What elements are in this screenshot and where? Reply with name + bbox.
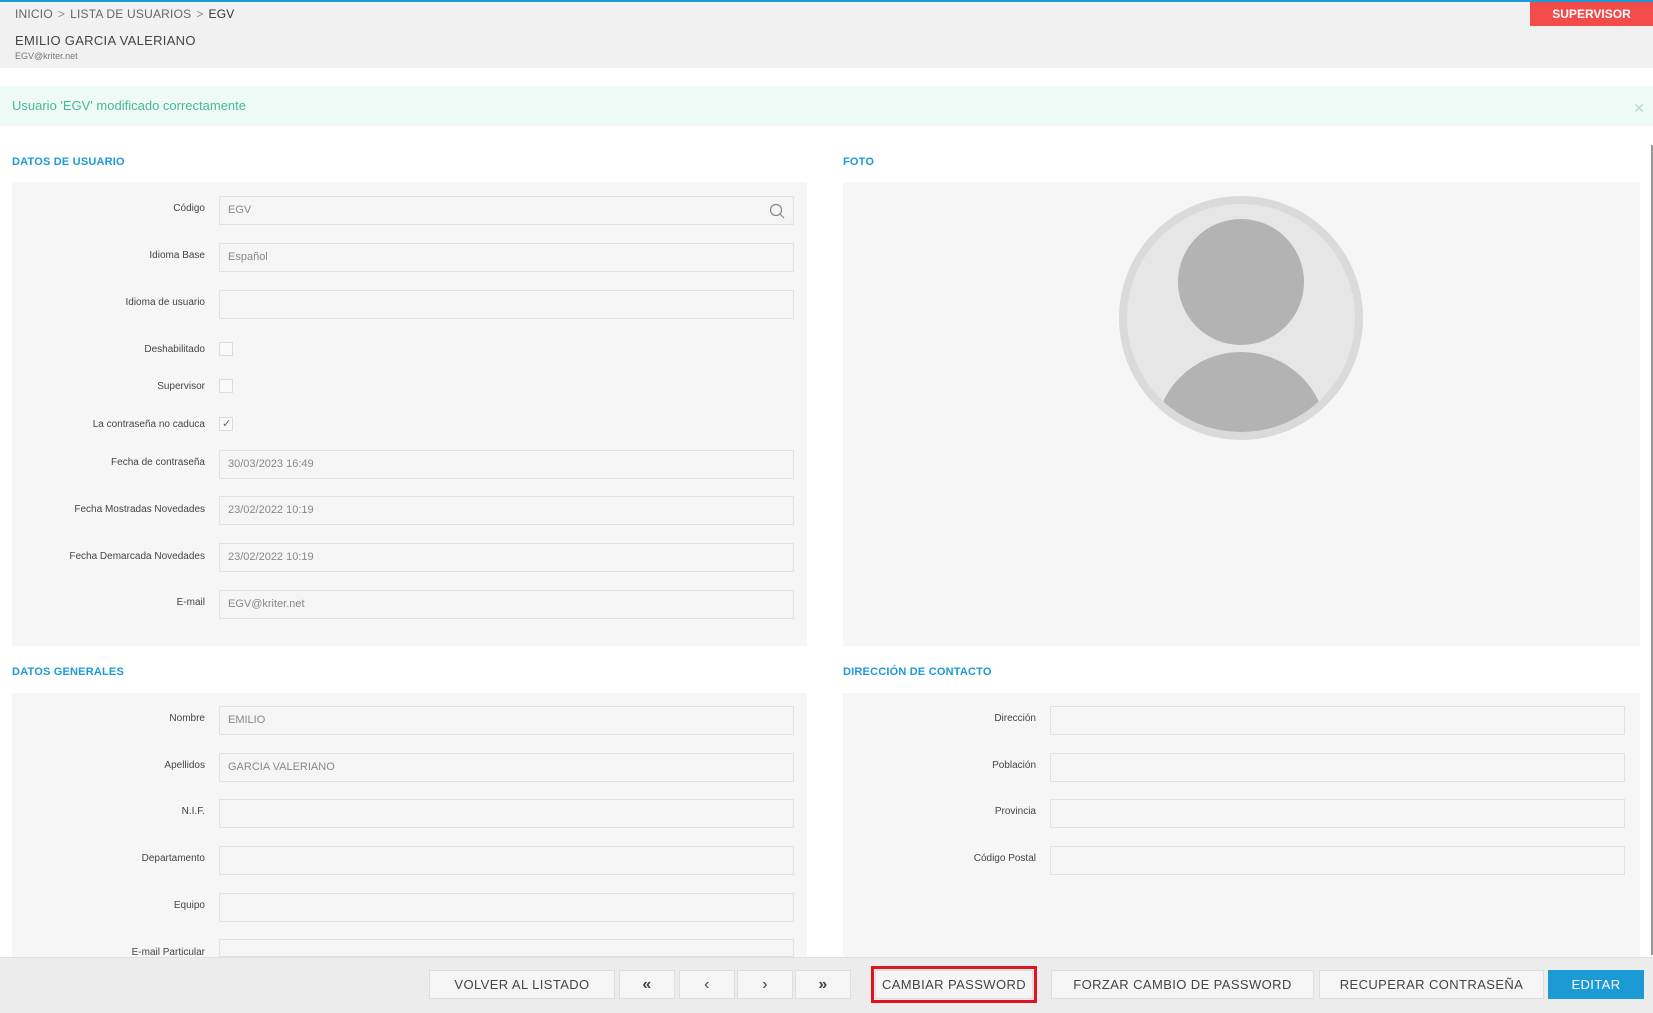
page-header: INICIO > LISTA DE USUARIOS > EGV SUPERVISOR … xyxy=(0,2,1653,68)
breadcrumb: INICIO > LISTA DE USUARIOS > EGV xyxy=(15,7,234,21)
field-label-nombre: Nombre xyxy=(169,713,205,724)
checkmark-icon: ✓ xyxy=(222,418,232,430)
section-title-datos-generales: DATOS GENERALES xyxy=(12,666,124,678)
volver-listado-button[interactable]: VOLVER AL LISTADO xyxy=(429,970,615,999)
avatar-body xyxy=(1155,352,1327,432)
page-title: EMILIO GARCIA VALERIANO xyxy=(15,33,196,48)
direccion-field[interactable] xyxy=(1050,706,1625,735)
field-label-supervisor: Supervisor xyxy=(157,381,205,392)
next-record-button[interactable]: › xyxy=(737,970,793,999)
alert-message: Usuario 'EGV' modificado correctamente xyxy=(12,98,247,113)
codigo-field[interactable]: EGV xyxy=(219,196,794,225)
editar-button[interactable]: EDITAR xyxy=(1548,970,1644,999)
close-icon[interactable]: ✕ xyxy=(1633,100,1645,117)
search-icon[interactable] xyxy=(769,203,785,219)
field-label-direccion: Dirección xyxy=(994,713,1036,724)
poblacion-field[interactable] xyxy=(1050,753,1625,782)
cambiar-password-button[interactable]: CAMBIAR PASSWORD xyxy=(871,966,1037,1003)
field-label-poblacion: Población xyxy=(992,760,1036,771)
user-placeholder-icon[interactable] xyxy=(1119,196,1363,440)
idioma-usuario-field[interactable] xyxy=(219,290,794,319)
field-label-codigo: Código xyxy=(173,203,205,214)
field-label-equipo: Equipo xyxy=(173,900,205,911)
departamento-field[interactable] xyxy=(219,846,794,875)
field-label-nif: N.I.F. xyxy=(181,806,205,817)
breadcrumb-current: EGV xyxy=(208,7,235,21)
breadcrumb-home[interactable]: INICIO xyxy=(15,7,53,21)
fecha-demarcada-field[interactable]: 23/02/2022 10:19 xyxy=(219,543,794,572)
footer-action-bar: VOLVER AL LISTADO « ‹ › » CAMBIAR PASSWO… xyxy=(0,957,1653,1013)
field-label-idioma-usuario: Idioma de usuario xyxy=(125,297,206,308)
breadcrumb-user-list[interactable]: LISTA DE USUARIOS xyxy=(70,7,191,21)
last-record-button[interactable]: » xyxy=(795,970,851,999)
nombre-field[interactable]: EMILIO xyxy=(219,706,794,735)
field-label-deshabilitado: Deshabilitado xyxy=(144,344,205,355)
forzar-cambio-password-button[interactable]: FORZAR CAMBIO DE PASSWORD xyxy=(1051,970,1314,999)
avatar-head xyxy=(1178,219,1304,345)
codigo-value: EGV xyxy=(228,204,252,216)
breadcrumb-separator: > xyxy=(57,7,66,21)
section-title-datos-usuario: DATOS DE USUARIO xyxy=(12,156,125,168)
field-label-codigo-postal: Código Postal xyxy=(973,853,1036,864)
equipo-field[interactable] xyxy=(219,893,794,922)
success-alert: Usuario 'EGV' modificado correctamente ✕ xyxy=(0,86,1653,126)
idioma-base-field[interactable]: Español xyxy=(219,243,794,272)
role-badge: SUPERVISOR xyxy=(1530,2,1653,26)
email-particular-field[interactable] xyxy=(219,939,794,957)
deshabilitado-checkbox[interactable] xyxy=(219,342,233,356)
field-label-fecha-demarcada: Fecha Demarcada Novedades xyxy=(69,551,205,562)
field-label-idioma-base: Idioma Base xyxy=(149,250,205,261)
supervisor-checkbox[interactable] xyxy=(219,379,233,393)
section-title-direccion-contacto: DIRECCIÓN DE CONTACTO xyxy=(843,666,992,678)
fecha-mostradas-field[interactable]: 23/02/2022 10:19 xyxy=(219,496,794,525)
previous-record-button[interactable]: ‹ xyxy=(679,970,735,999)
page-subtitle-email: EGV@kriter.net xyxy=(15,51,78,61)
codigo-postal-field[interactable] xyxy=(1050,846,1625,875)
provincia-field[interactable] xyxy=(1050,799,1625,828)
field-label-fecha-mostradas: Fecha Mostradas Novedades xyxy=(74,504,205,515)
fecha-contrasena-field[interactable]: 30/03/2023 16:49 xyxy=(219,450,794,479)
field-label-provincia: Provincia xyxy=(994,806,1036,817)
field-label-no-caduca: La contraseña no caduca xyxy=(92,419,205,430)
field-label-fecha-contrasena: Fecha de contraseña xyxy=(111,457,205,468)
email-field[interactable]: EGV@kriter.net xyxy=(219,590,794,619)
no-caduca-checkbox[interactable]: ✓ xyxy=(219,417,233,431)
first-record-button[interactable]: « xyxy=(619,970,675,999)
field-label-apellidos: Apellidos xyxy=(164,760,205,771)
section-title-foto: FOTO xyxy=(843,156,875,168)
breadcrumb-separator: > xyxy=(196,7,204,21)
field-label-email: E-mail xyxy=(176,597,205,608)
field-label-departamento: Departamento xyxy=(141,853,205,864)
recuperar-contrasena-button[interactable]: RECUPERAR CONTRASEÑA xyxy=(1319,970,1544,999)
apellidos-field[interactable]: GARCIA VALERIANO xyxy=(219,753,794,782)
nif-field[interactable] xyxy=(219,799,794,828)
